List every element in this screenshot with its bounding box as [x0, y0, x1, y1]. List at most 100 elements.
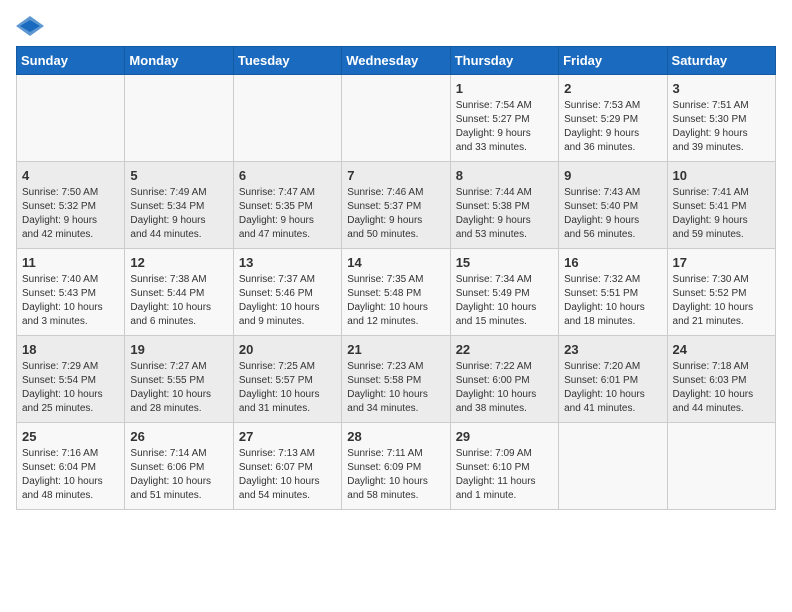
cell-info: Sunrise: 7:49 AM Sunset: 5:34 PM Dayligh…: [130, 186, 227, 242]
cell-info: Sunrise: 7:20 AM Sunset: 6:01 PM Dayligh…: [564, 360, 661, 416]
calendar-cell: [233, 75, 341, 162]
cell-info: Sunrise: 7:54 AM Sunset: 5:27 PM Dayligh…: [456, 99, 553, 155]
calendar-cell: 22 Sunrise: 7:22 AM Sunset: 6:00 PM Dayli…: [450, 336, 558, 423]
calendar-table: Sunday Monday Tuesday Wednesday Thursday…: [16, 46, 776, 510]
cell-info: Sunrise: 7:25 AM Sunset: 5:57 PM Dayligh…: [239, 360, 336, 416]
cell-info: Sunrise: 7:32 AM Sunset: 5:51 PM Dayligh…: [564, 273, 661, 329]
cell-info: Sunrise: 7:16 AM Sunset: 6:04 PM Dayligh…: [22, 447, 119, 503]
logo: [16, 16, 48, 36]
cell-info: Sunrise: 7:35 AM Sunset: 5:48 PM Dayligh…: [347, 273, 444, 329]
calendar-cell: [125, 75, 233, 162]
calendar-cell: 9 Sunrise: 7:43 AM Sunset: 5:40 PM Daylig…: [559, 162, 667, 249]
cell-info: Sunrise: 7:30 AM Sunset: 5:52 PM Dayligh…: [673, 273, 770, 329]
cell-info: Sunrise: 7:11 AM Sunset: 6:09 PM Dayligh…: [347, 447, 444, 503]
col-sunday: Sunday: [17, 47, 125, 75]
col-monday: Monday: [125, 47, 233, 75]
calendar-cell: 4 Sunrise: 7:50 AM Sunset: 5:32 PM Daylig…: [17, 162, 125, 249]
header-row: Sunday Monday Tuesday Wednesday Thursday…: [17, 47, 776, 75]
cell-info: Sunrise: 7:29 AM Sunset: 5:54 PM Dayligh…: [22, 360, 119, 416]
calendar-cell: [342, 75, 450, 162]
col-wednesday: Wednesday: [342, 47, 450, 75]
calendar-cell: 21 Sunrise: 7:23 AM Sunset: 5:58 PM Dayli…: [342, 336, 450, 423]
day-number: 7: [347, 168, 444, 183]
calendar-cell: 14 Sunrise: 7:35 AM Sunset: 5:48 PM Dayli…: [342, 249, 450, 336]
calendar-cell: 27 Sunrise: 7:13 AM Sunset: 6:07 PM Dayli…: [233, 423, 341, 510]
calendar-cell: 6 Sunrise: 7:47 AM Sunset: 5:35 PM Daylig…: [233, 162, 341, 249]
calendar-cell: [17, 75, 125, 162]
calendar-cell: 20 Sunrise: 7:25 AM Sunset: 5:57 PM Dayli…: [233, 336, 341, 423]
calendar-cell: 2 Sunrise: 7:53 AM Sunset: 5:29 PM Daylig…: [559, 75, 667, 162]
col-saturday: Saturday: [667, 47, 775, 75]
cell-info: Sunrise: 7:09 AM Sunset: 6:10 PM Dayligh…: [456, 447, 553, 503]
calendar-row: 18 Sunrise: 7:29 AM Sunset: 5:54 PM Dayli…: [17, 336, 776, 423]
calendar-cell: 29 Sunrise: 7:09 AM Sunset: 6:10 PM Dayli…: [450, 423, 558, 510]
calendar-cell: 13 Sunrise: 7:37 AM Sunset: 5:46 PM Dayli…: [233, 249, 341, 336]
day-number: 1: [456, 81, 553, 96]
calendar-cell: 19 Sunrise: 7:27 AM Sunset: 5:55 PM Dayli…: [125, 336, 233, 423]
cell-info: Sunrise: 7:14 AM Sunset: 6:06 PM Dayligh…: [130, 447, 227, 503]
calendar-cell: 23 Sunrise: 7:20 AM Sunset: 6:01 PM Dayli…: [559, 336, 667, 423]
cell-info: Sunrise: 7:37 AM Sunset: 5:46 PM Dayligh…: [239, 273, 336, 329]
day-number: 2: [564, 81, 661, 96]
day-number: 19: [130, 342, 227, 357]
cell-info: Sunrise: 7:13 AM Sunset: 6:07 PM Dayligh…: [239, 447, 336, 503]
calendar-row: 4 Sunrise: 7:50 AM Sunset: 5:32 PM Daylig…: [17, 162, 776, 249]
day-number: 23: [564, 342, 661, 357]
cell-info: Sunrise: 7:53 AM Sunset: 5:29 PM Dayligh…: [564, 99, 661, 155]
day-number: 6: [239, 168, 336, 183]
cell-info: Sunrise: 7:18 AM Sunset: 6:03 PM Dayligh…: [673, 360, 770, 416]
cell-info: Sunrise: 7:38 AM Sunset: 5:44 PM Dayligh…: [130, 273, 227, 329]
day-number: 20: [239, 342, 336, 357]
calendar-cell: 12Sunrise: 7:38 AM Sunset: 5:44 PM Dayli…: [125, 249, 233, 336]
cell-info: Sunrise: 7:51 AM Sunset: 5:30 PM Dayligh…: [673, 99, 770, 155]
day-number: 29: [456, 429, 553, 444]
cell-info: Sunrise: 7:27 AM Sunset: 5:55 PM Dayligh…: [130, 360, 227, 416]
day-number: 18: [22, 342, 119, 357]
calendar-row: 1 Sunrise: 7:54 AM Sunset: 5:27 PM Daylig…: [17, 75, 776, 162]
cell-info: Sunrise: 7:23 AM Sunset: 5:58 PM Dayligh…: [347, 360, 444, 416]
day-number: 28: [347, 429, 444, 444]
day-number: 27: [239, 429, 336, 444]
calendar-row: 25 Sunrise: 7:16 AM Sunset: 6:04 PM Dayli…: [17, 423, 776, 510]
cell-info: Sunrise: 7:34 AM Sunset: 5:49 PM Dayligh…: [456, 273, 553, 329]
day-number: 3: [673, 81, 770, 96]
cell-info: Sunrise: 7:43 AM Sunset: 5:40 PM Dayligh…: [564, 186, 661, 242]
calendar-cell: 8Sunrise: 7:44 AM Sunset: 5:38 PM Daylig…: [450, 162, 558, 249]
calendar-cell: 5 Sunrise: 7:49 AM Sunset: 5:34 PM Daylig…: [125, 162, 233, 249]
day-number: 9: [564, 168, 661, 183]
header: [16, 16, 776, 36]
cell-info: Sunrise: 7:47 AM Sunset: 5:35 PM Dayligh…: [239, 186, 336, 242]
calendar-cell: [667, 423, 775, 510]
day-number: 14: [347, 255, 444, 270]
calendar-cell: [559, 423, 667, 510]
col-thursday: Thursday: [450, 47, 558, 75]
calendar-cell: 24 Sunrise: 7:18 AM Sunset: 6:03 PM Dayli…: [667, 336, 775, 423]
logo-icon: [16, 16, 44, 36]
calendar-cell: 17 Sunrise: 7:30 AM Sunset: 5:52 PM Dayli…: [667, 249, 775, 336]
day-number: 25: [22, 429, 119, 444]
day-number: 8: [456, 168, 553, 183]
day-number: 10: [673, 168, 770, 183]
day-number: 5: [130, 168, 227, 183]
calendar-row: 11Sunrise: 7:40 AM Sunset: 5:43 PM Dayli…: [17, 249, 776, 336]
col-friday: Friday: [559, 47, 667, 75]
cell-info: Sunrise: 7:40 AM Sunset: 5:43 PM Dayligh…: [22, 273, 119, 329]
day-number: 4: [22, 168, 119, 183]
day-number: 24: [673, 342, 770, 357]
calendar-cell: 18 Sunrise: 7:29 AM Sunset: 5:54 PM Dayli…: [17, 336, 125, 423]
cell-info: Sunrise: 7:46 AM Sunset: 5:37 PM Dayligh…: [347, 186, 444, 242]
cell-info: Sunrise: 7:22 AM Sunset: 6:00 PM Dayligh…: [456, 360, 553, 416]
day-number: 13: [239, 255, 336, 270]
day-number: 21: [347, 342, 444, 357]
day-number: 15: [456, 255, 553, 270]
calendar-cell: 26Sunrise: 7:14 AM Sunset: 6:06 PM Dayli…: [125, 423, 233, 510]
day-number: 22: [456, 342, 553, 357]
calendar-cell: 15 Sunrise: 7:34 AM Sunset: 5:49 PM Dayli…: [450, 249, 558, 336]
calendar-cell: 11Sunrise: 7:40 AM Sunset: 5:43 PM Dayli…: [17, 249, 125, 336]
calendar-cell: 1 Sunrise: 7:54 AM Sunset: 5:27 PM Daylig…: [450, 75, 558, 162]
cell-info: Sunrise: 7:41 AM Sunset: 5:41 PM Dayligh…: [673, 186, 770, 242]
calendar-cell: 10 Sunrise: 7:41 AM Sunset: 5:41 PM Dayli…: [667, 162, 775, 249]
cell-info: Sunrise: 7:50 AM Sunset: 5:32 PM Dayligh…: [22, 186, 119, 242]
day-number: 17: [673, 255, 770, 270]
calendar-cell: 16Sunrise: 7:32 AM Sunset: 5:51 PM Dayli…: [559, 249, 667, 336]
